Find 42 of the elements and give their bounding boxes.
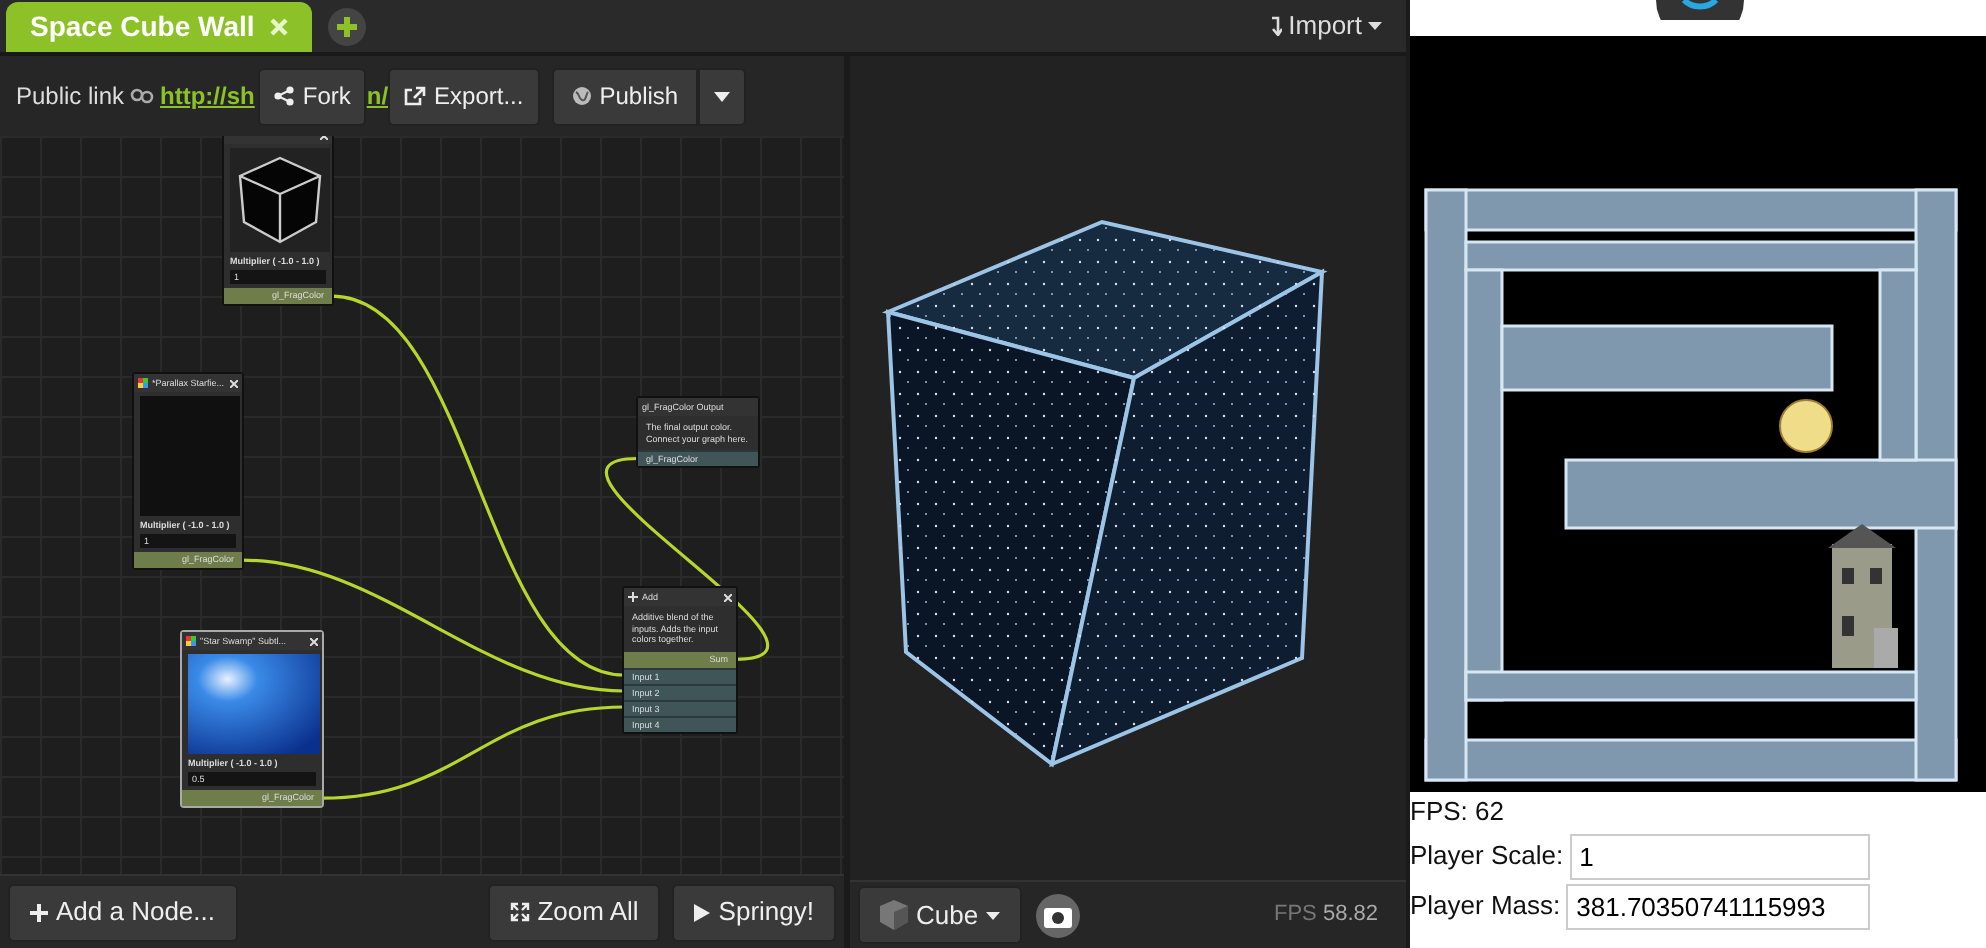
fork-button[interactable]: Fork bbox=[258, 67, 367, 125]
add-node-button[interactable]: Add a Node... bbox=[8, 883, 237, 941]
cube-icon bbox=[880, 900, 908, 930]
springy-button[interactable]: Springy! bbox=[672, 883, 836, 941]
import-menu[interactable]: Import bbox=[1270, 6, 1382, 46]
fps-text: FPS: 62 bbox=[1410, 794, 1506, 830]
fps-value: 58.82 bbox=[1322, 902, 1378, 927]
public-link[interactable]: n/ bbox=[366, 78, 389, 114]
export-button[interactable]: Export... bbox=[388, 67, 540, 125]
field-label: Player Mass: bbox=[1410, 888, 1561, 925]
caret-icon bbox=[986, 911, 1001, 919]
play-icon bbox=[694, 903, 711, 921]
dropdown-button[interactable] bbox=[698, 67, 747, 125]
cube-preview-drawing bbox=[238, 156, 322, 244]
node-type-icon bbox=[138, 378, 148, 388]
zoom-all-button[interactable]: Zoom All bbox=[487, 883, 661, 941]
share-icon bbox=[274, 86, 295, 106]
expand-icon bbox=[509, 902, 530, 922]
add-tab-icon[interactable] bbox=[328, 7, 367, 45]
publish-button[interactable]: Publish bbox=[551, 67, 699, 125]
shape-dropdown[interactable]: Cube bbox=[858, 886, 1023, 944]
label: Public link bbox=[16, 80, 125, 114]
caret-icon bbox=[1368, 22, 1382, 30]
camera-icon[interactable] bbox=[1034, 891, 1083, 939]
link-icon bbox=[130, 88, 155, 104]
arrow-icon bbox=[1270, 16, 1283, 36]
ball-drawing bbox=[1779, 399, 1833, 453]
globe-icon bbox=[571, 86, 592, 106]
plus-icon bbox=[628, 592, 638, 602]
input-field[interactable]: 1 bbox=[1569, 833, 1870, 879]
logo-icon bbox=[1656, 0, 1744, 20]
plus-icon bbox=[30, 903, 48, 921]
node-type-icon bbox=[186, 636, 196, 646]
public-link[interactable]: http://sh bbox=[160, 78, 255, 114]
caret-icon bbox=[714, 91, 731, 101]
export-icon bbox=[404, 86, 427, 106]
field-label: Player Scale: bbox=[1410, 838, 1564, 875]
preview-block bbox=[140, 396, 240, 516]
input-field[interactable]: 381.70350741115993 bbox=[1566, 883, 1871, 929]
texture-preview bbox=[188, 654, 320, 754]
fps-label: FPS bbox=[1274, 902, 1317, 927]
house-drawing bbox=[1828, 524, 1898, 668]
